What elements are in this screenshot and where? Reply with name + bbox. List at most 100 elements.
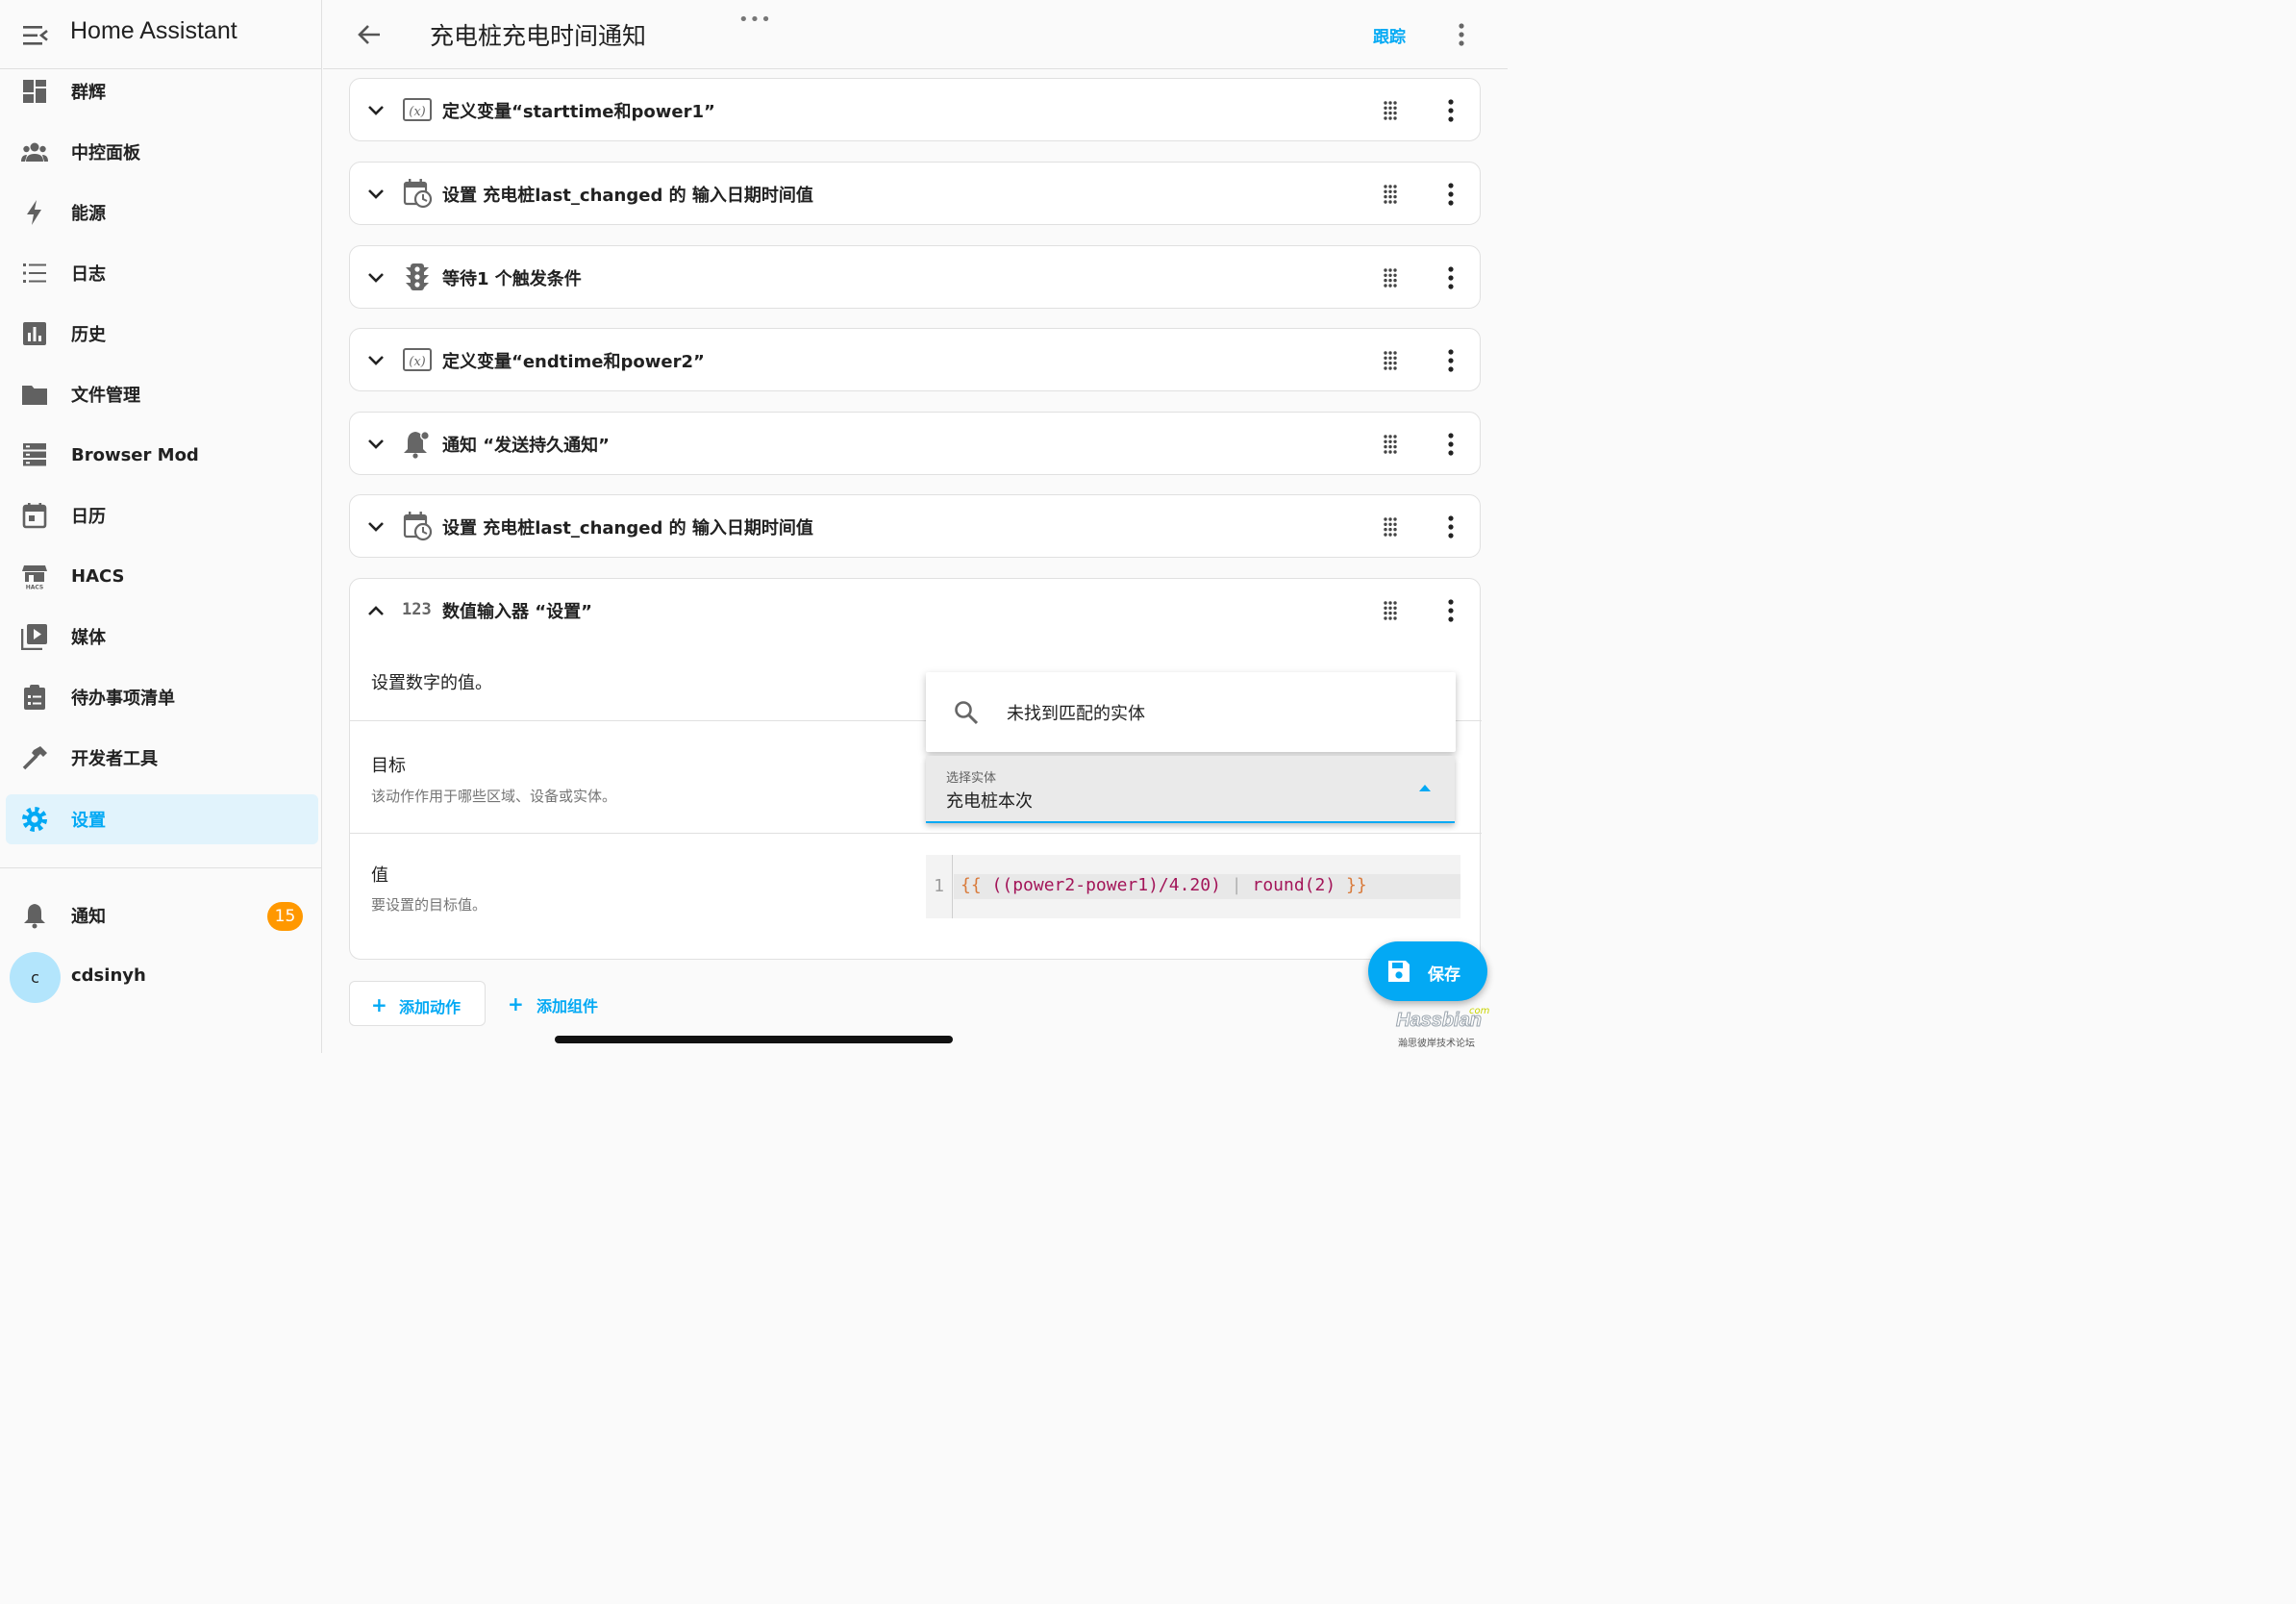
drag-handle-icon[interactable]	[1383, 267, 1398, 288]
sidebar-item-hacs[interactable]: HACS HACS	[6, 551, 318, 601]
template-code-editor[interactable]: 1 {{ ((power2-power1)/4.20) | round(2) }…	[926, 855, 1460, 918]
bell-icon	[24, 904, 45, 929]
svg-text:HACS: HACS	[26, 585, 44, 590]
sidebar-item-label: 文件管理	[71, 386, 140, 406]
save-button[interactable]: 保存	[1368, 941, 1487, 1001]
dots-vertical-icon[interactable]	[1456, 21, 1467, 48]
menu-up-icon[interactable]	[1418, 783, 1432, 792]
chevron-down-icon[interactable]	[366, 518, 386, 536]
action-title: 设置 充电桩last_changed 的 输入日期时间值	[442, 518, 813, 539]
action-title: 通知 “发送持久通知”	[442, 436, 610, 456]
entity-picker-field[interactable]: 选择实体 充电桩本次	[926, 756, 1455, 823]
divider	[350, 833, 1482, 834]
dots-vertical-icon[interactable]	[1446, 182, 1456, 207]
template-close: }}	[1346, 875, 1367, 895]
drag-handle-icon[interactable]	[1383, 184, 1398, 205]
home-indicator[interactable]	[555, 1036, 953, 1043]
drag-handle-icon[interactable]	[1383, 434, 1398, 455]
chevron-up-icon[interactable]	[366, 602, 386, 619]
drag-handle-icon[interactable]	[1383, 100, 1398, 121]
calendar-clock-icon	[403, 512, 433, 541]
action-card[interactable]: 等待1 个触发条件	[349, 245, 1481, 309]
drag-handle-icon[interactable]	[1383, 350, 1398, 371]
action-title: 定义变量“starttime和power1”	[442, 102, 715, 122]
arrow-left-icon[interactable]	[356, 21, 383, 48]
sidebar-item-energy[interactable]: 能源	[6, 188, 318, 238]
dots-vertical-icon[interactable]	[1446, 98, 1456, 123]
dashboard-icon	[23, 80, 46, 103]
action-card[interactable]: 设置 充电桩last_changed 的 输入日期时间值	[349, 494, 1481, 558]
sidebar-item-file-manager[interactable]: 文件管理	[6, 369, 318, 419]
sidebar-item-developer-tools[interactable]: 开发者工具	[6, 733, 318, 783]
window-dots[interactable]: •••	[738, 10, 772, 30]
sidebar-item-synology[interactable]: 群辉	[6, 66, 318, 116]
watermark-brand: Hassbian	[1396, 1010, 1483, 1032]
entity-picker-label: 选择实体	[946, 771, 997, 786]
sidebar-item-label: 历史	[71, 325, 106, 345]
chevron-down-icon[interactable]	[366, 186, 386, 203]
sidebar-item-label: 设置	[71, 811, 106, 831]
app-title: Home Assistant	[70, 17, 237, 44]
variable-icon: (x)	[403, 98, 432, 121]
drag-handle-icon[interactable]	[1383, 516, 1398, 538]
plus-icon: +	[371, 993, 387, 1016]
chevron-down-icon[interactable]	[366, 269, 386, 287]
sidebar-item-browser-mod[interactable]: Browser Mod	[6, 430, 318, 480]
server-icon	[23, 443, 46, 466]
sidebar-item-calendar[interactable]: 日历	[6, 490, 318, 540]
play-box-multiple-icon	[21, 624, 47, 650]
sidebar-item-label: 待办事项清单	[71, 689, 175, 709]
sidebar-item-settings[interactable]: 设置	[6, 794, 318, 844]
notifications-label: 通知	[71, 907, 106, 927]
entity-picker-value[interactable]: 充电桩本次	[946, 788, 1033, 813]
add-component-button[interactable]: + 添加组件	[498, 981, 618, 1026]
add-action-button[interactable]: + 添加动作	[349, 981, 486, 1026]
top-app-bar: 充电桩充电时间通知 ••• 跟踪	[323, 0, 1508, 69]
sidebar-item-label: 媒体	[71, 628, 106, 648]
calendar-icon	[22, 503, 47, 529]
sidebar-item-media[interactable]: 媒体	[6, 612, 318, 662]
add-component-label: 添加组件	[537, 997, 599, 1015]
dots-vertical-icon[interactable]	[1446, 265, 1456, 290]
action-card[interactable]: (x) 定义变量“starttime和power1”	[349, 78, 1481, 141]
add-action-label: 添加动作	[399, 998, 462, 1016]
format-list-bulleted-icon	[23, 263, 46, 283]
target-label: 目标	[371, 756, 406, 776]
user-name[interactable]: cdsinyh	[71, 965, 146, 986]
trace-button[interactable]: 跟踪	[1373, 23, 1406, 47]
watermark-subtitle: 瀚思彼岸技术论坛	[1398, 1039, 1475, 1049]
notification-count-badge: 15	[267, 902, 303, 931]
dots-vertical-icon[interactable]	[1446, 348, 1456, 373]
action-card[interactable]: 设置 充电桩last_changed 的 输入日期时间值	[349, 162, 1481, 225]
sidebar-item-label: Browser Mod	[71, 444, 199, 465]
sidebar-item-label: 开发者工具	[71, 749, 158, 769]
action-card[interactable]: (x) 定义变量“endtime和power2”	[349, 328, 1481, 391]
action-card[interactable]: 通知 “发送持久通知”	[349, 412, 1481, 475]
lightning-bolt-icon	[27, 200, 41, 225]
clipboard-list-icon	[24, 685, 45, 710]
sidebar-item-label: 日历	[71, 507, 106, 527]
sidebar-item-history[interactable]: 历史	[6, 309, 318, 359]
action-title: 定义变量“endtime和power2”	[442, 352, 705, 372]
search-icon	[955, 701, 979, 725]
sidebar-item-todo[interactable]: 待办事项清单	[6, 672, 318, 722]
dots-vertical-icon[interactable]	[1446, 598, 1456, 623]
content-save-icon	[1388, 961, 1410, 982]
value-help: 要设置的目标值。	[371, 896, 487, 914]
chevron-down-icon[interactable]	[366, 352, 386, 369]
drag-handle-icon[interactable]	[1383, 600, 1398, 621]
dots-vertical-icon[interactable]	[1446, 514, 1456, 539]
page-title: 充电桩充电时间通知	[430, 22, 647, 50]
chevron-down-icon[interactable]	[366, 436, 386, 453]
sidebar-item-label: 中控面板	[71, 143, 140, 163]
avatar[interactable]: c	[10, 952, 61, 1003]
dots-vertical-icon[interactable]	[1446, 432, 1456, 457]
chevron-down-icon[interactable]	[366, 102, 386, 119]
plus-icon: +	[508, 992, 524, 1015]
sidebar-item-control-panel[interactable]: 中控面板	[6, 127, 318, 177]
code-line[interactable]: {{ ((power2-power1)/4.20) | round(2) }}	[961, 875, 1367, 895]
sidebar-item-logbook[interactable]: 日志	[6, 248, 318, 298]
entity-search-results: 未找到匹配的实体	[926, 672, 1456, 752]
sidebar: Home Assistant 群辉 中控面板 能源 日志 历史 文件管理 Bro…	[0, 0, 322, 1053]
menu-open-icon[interactable]	[21, 23, 48, 48]
